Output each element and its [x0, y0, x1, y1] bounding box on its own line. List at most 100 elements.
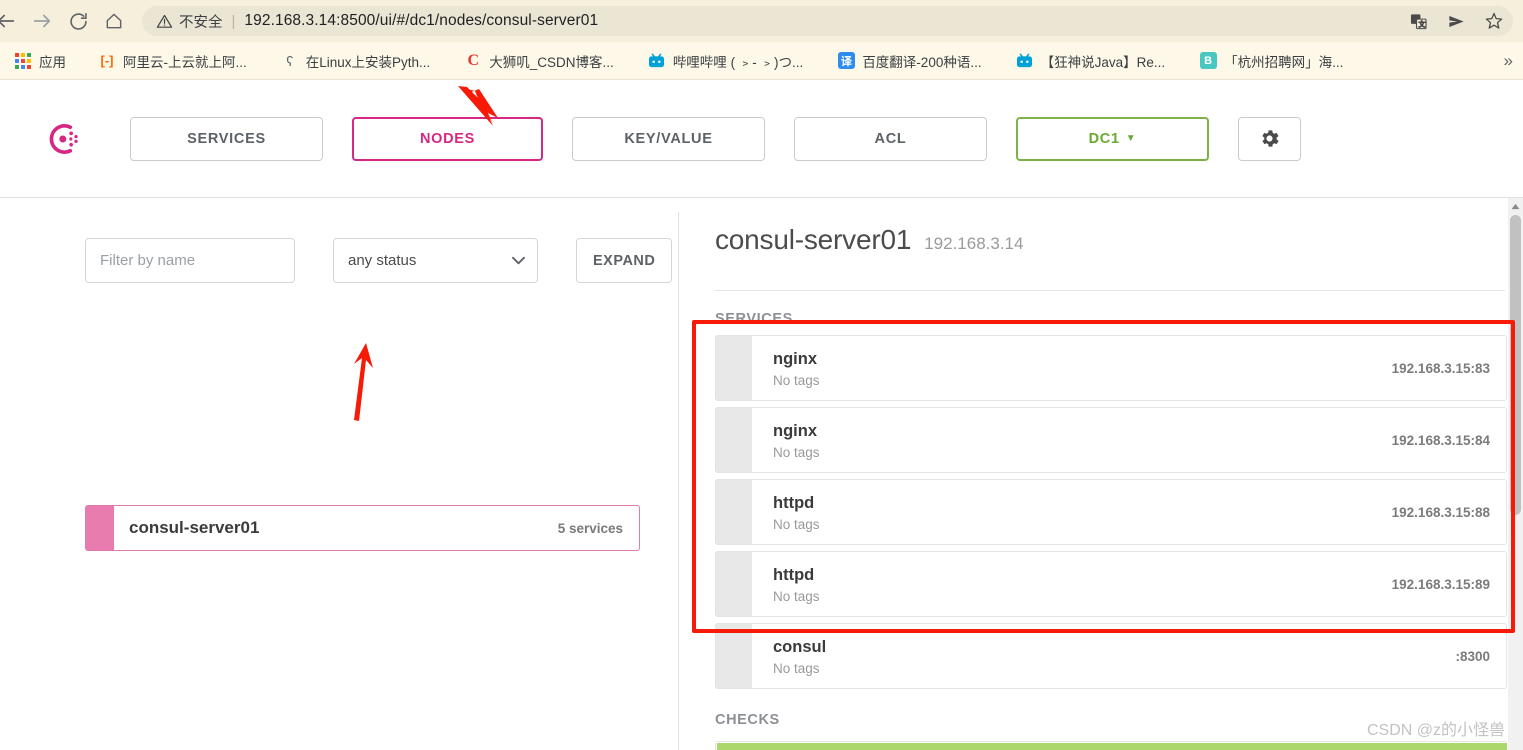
consul-logo-icon: [49, 123, 78, 154]
services-list: nginx No tags 192.168.3.15:83 nginx No t…: [715, 335, 1507, 695]
scrollbar-thumb[interactable]: [1510, 215, 1521, 515]
bookmarks-overflow-icon[interactable]: »: [1504, 51, 1513, 71]
bookmark-item[interactable]: B 「杭州招聘网」海...: [1191, 47, 1351, 75]
service-info: consul No tags: [773, 636, 826, 675]
reload-icon[interactable]: [60, 3, 96, 39]
service-tags: No tags: [773, 660, 820, 676]
check-row[interactable]: [715, 741, 1507, 750]
service-tags: No tags: [773, 516, 820, 532]
service-name: nginx: [773, 422, 817, 441]
question-mark-icon: ʕ: [286, 52, 294, 69]
service-address: 192.168.3.15:88: [1391, 504, 1490, 520]
bilibili-icon: [648, 52, 666, 70]
expand-button[interactable]: EXPAND: [576, 238, 673, 283]
consul-navbar: SERVICES NODES KEY/VALUE ACL DC1 ▼: [0, 80, 1523, 198]
baidu-translate-icon: 译: [837, 52, 855, 70]
tab-keyvalue-label: KEY/VALUE: [624, 130, 713, 147]
tab-nodes[interactable]: NODES: [352, 116, 543, 161]
bookmark-label: 百度翻译-200种语...: [862, 54, 982, 70]
service-status-bar: [716, 552, 752, 616]
scroll-up-icon[interactable]: [1508, 198, 1523, 215]
header-divider: [715, 290, 1505, 291]
detail-scrollbar[interactable]: [1508, 198, 1523, 750]
bookmark-label: 【狂神说Java】Re...: [1040, 54, 1166, 70]
forward-arrow-icon[interactable]: [24, 3, 60, 39]
consul-tabs: SERVICES NODES KEY/VALUE ACL DC1 ▼: [130, 116, 1209, 161]
bookmark-item[interactable]: 哔哩哔哩 ( ﹥- ﹥)つ...: [640, 47, 812, 75]
bookmark-item[interactable]: [-] 阿里云-上云就上阿...: [90, 47, 255, 75]
aliyun-icon: [-]: [100, 53, 114, 68]
node-filters: any status EXPAND: [85, 238, 673, 283]
service-name: httpd: [773, 494, 815, 513]
service-status-bar: [716, 336, 752, 400]
security-label: 不安全: [179, 14, 223, 31]
main-content: any status EXPAND consul-server01 5 serv…: [0, 198, 1523, 750]
status-filter[interactable]: any status: [333, 238, 538, 283]
tab-services[interactable]: SERVICES: [130, 116, 323, 161]
consul-logo[interactable]: [0, 118, 130, 160]
service-address: 192.168.3.15:89: [1391, 576, 1490, 592]
service-row[interactable]: httpd No tags 192.168.3.15:88: [715, 479, 1507, 545]
bookmark-item[interactable]: 【狂神说Java】Re...: [1008, 47, 1174, 75]
datacenter-selector[interactable]: DC1 ▼: [1016, 116, 1209, 161]
tab-services-label: SERVICES: [187, 130, 266, 147]
translate-icon[interactable]: G文: [1407, 10, 1429, 32]
node-list-item[interactable]: consul-server01 5 services: [85, 505, 640, 551]
bookmark-label: 阿里云-上云就上阿...: [123, 54, 247, 70]
bookmark-label: 哔哩哔哩 ( ﹥- ﹥)つ...: [672, 54, 804, 70]
node-ip-address: 192.168.3.14: [924, 234, 1024, 253]
apps-shortcut[interactable]: 应用: [6, 47, 74, 75]
service-name: httpd: [773, 566, 815, 585]
service-address: 192.168.3.15:84: [1391, 432, 1490, 448]
service-info: nginx No tags: [773, 420, 820, 459]
bookmark-item[interactable]: 译 百度翻译-200种语...: [829, 47, 989, 75]
service-row[interactable]: httpd No tags 192.168.3.15:89: [715, 551, 1507, 617]
csdn-icon: C: [467, 51, 480, 69]
filter-by-name-input[interactable]: [85, 238, 295, 283]
tab-acl[interactable]: ACL: [794, 116, 987, 161]
gear-icon: [1262, 130, 1279, 147]
address-bar[interactable]: 不安全 | 192.168.3.14:8500/ui/#/dc1/nodes/c…: [142, 6, 1513, 36]
navigation-buttons: [0, 3, 132, 39]
star-icon[interactable]: [1483, 10, 1505, 32]
apps-grid-icon: [14, 52, 32, 70]
service-row[interactable]: nginx No tags 192.168.3.15:83: [715, 335, 1507, 401]
tab-nodes-label: NODES: [419, 130, 476, 147]
service-status-bar: [716, 624, 752, 688]
page-title: consul-server01: [715, 224, 912, 255]
bookmark-item[interactable]: ʕ 在Linux上安装Pyth...: [273, 47, 439, 75]
service-name: consul: [773, 638, 827, 657]
warning-triangle-icon: [156, 14, 173, 28]
security-warning[interactable]: 不安全: [156, 11, 223, 32]
send-icon[interactable]: [1445, 10, 1467, 32]
browser-toolbar: 不安全 | 192.168.3.14:8500/ui/#/dc1/nodes/c…: [0, 0, 1523, 42]
status-select[interactable]: any status: [333, 238, 538, 283]
bookmark-label: 在Linux上安装Pyth...: [305, 54, 431, 70]
service-address: 192.168.3.15:83: [1391, 360, 1490, 376]
node-detail-panel: consul-server01 192.168.3.14 SERVICES ng…: [679, 198, 1523, 750]
service-info: httpd No tags: [773, 492, 820, 531]
detail-header: consul-server01 192.168.3.14: [715, 224, 1023, 256]
bilibili-icon: [1016, 52, 1034, 70]
service-name: nginx: [773, 350, 817, 369]
node-list-panel: any status EXPAND consul-server01 5 serv…: [0, 198, 678, 750]
chevron-down-icon: ▼: [1125, 133, 1137, 144]
bookmark-item[interactable]: C 大狮叽_CSDN博客...: [456, 47, 622, 75]
back-arrow-icon[interactable]: [0, 3, 24, 39]
apps-label: 应用: [39, 54, 66, 70]
service-tags: No tags: [773, 588, 820, 604]
home-icon[interactable]: [96, 3, 132, 39]
service-address: :8300: [1455, 648, 1490, 664]
settings-button[interactable]: [1238, 116, 1301, 161]
omnibox-actions: G文: [1407, 6, 1505, 36]
service-row[interactable]: consul No tags :8300: [715, 623, 1507, 689]
boss-icon: B: [1199, 52, 1217, 70]
bookmarks-bar: 应用 [-] 阿里云-上云就上阿... ʕ 在Linux上安装Pyth... C…: [0, 42, 1523, 80]
service-row[interactable]: nginx No tags 192.168.3.15:84: [715, 407, 1507, 473]
svg-text:文: 文: [1418, 19, 1425, 28]
service-status-bar: [716, 480, 752, 544]
tab-keyvalue[interactable]: KEY/VALUE: [572, 116, 765, 161]
checks-section-heading: CHECKS: [715, 712, 780, 728]
url-text: 192.168.3.14:8500/ui/#/dc1/nodes/consul-…: [244, 12, 599, 29]
tab-acl-label: ACL: [874, 130, 907, 147]
